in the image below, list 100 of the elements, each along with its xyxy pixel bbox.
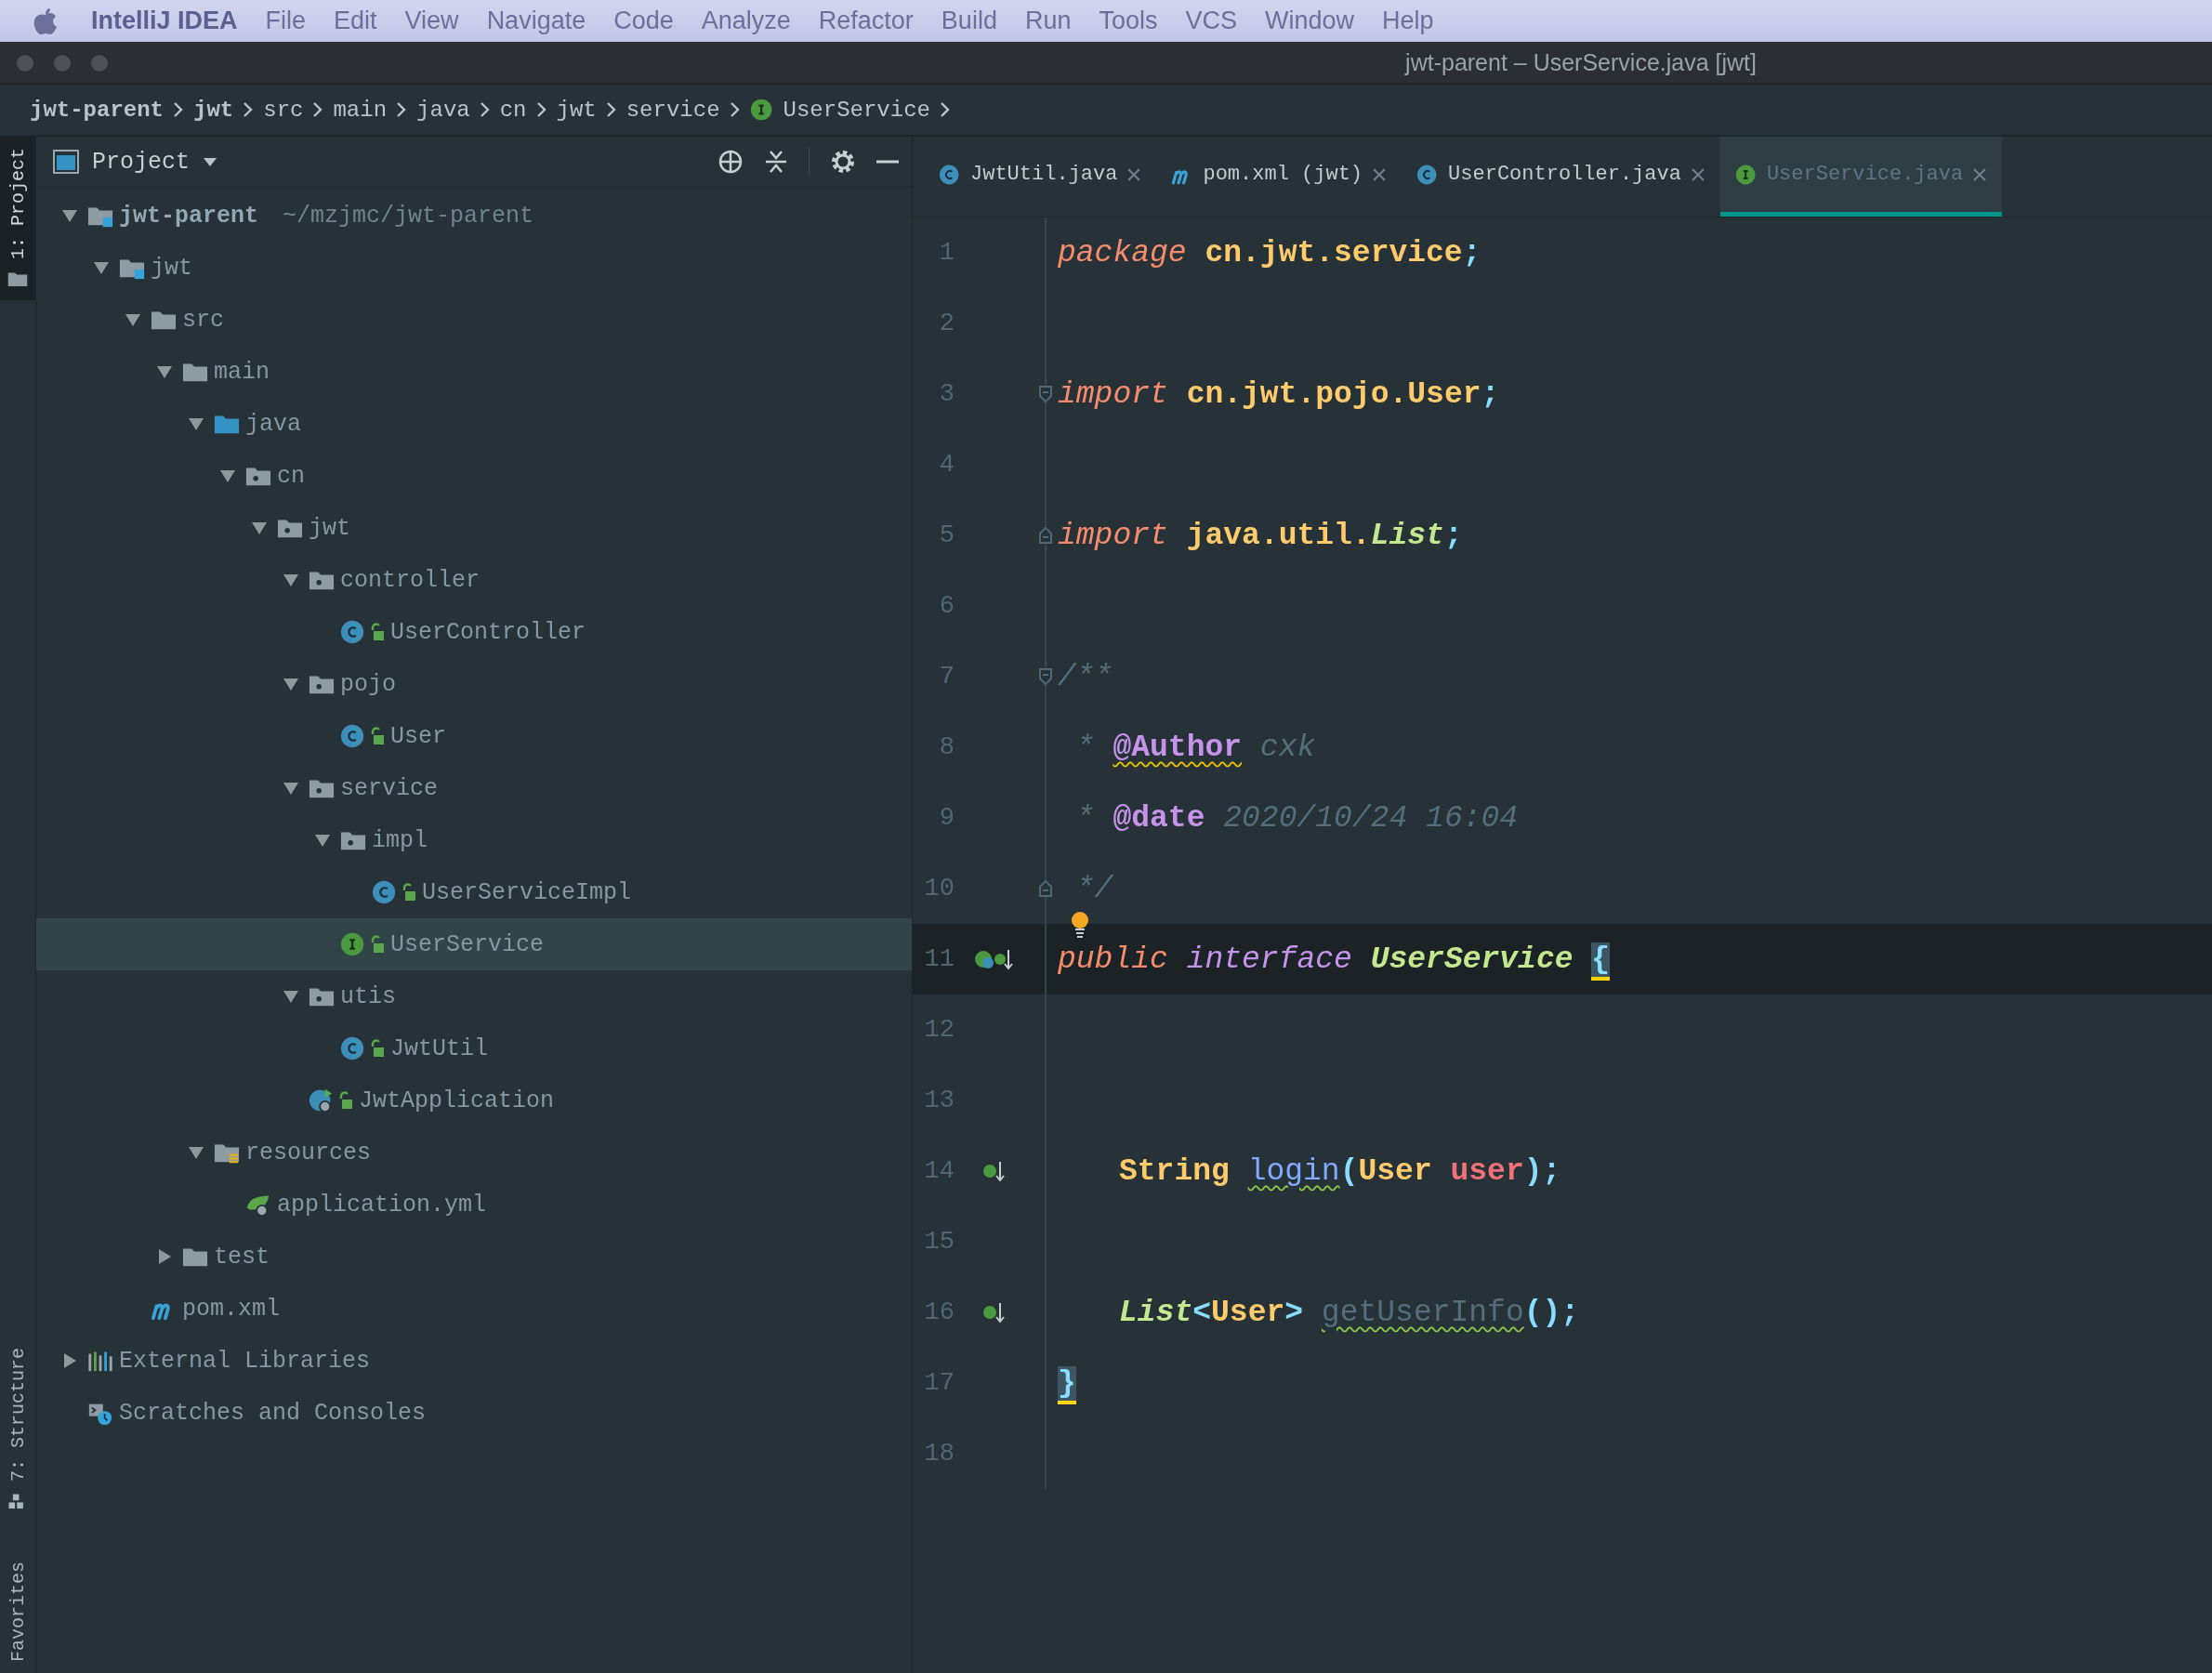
menu-item[interactable]: Refactor [805, 7, 927, 35]
panel-title[interactable]: Project [92, 148, 191, 176]
tree-item[interactable]: UserServiceImpl [36, 866, 912, 918]
menu-item[interactable]: Navigate [473, 7, 599, 35]
breadcrumb-item[interactable]: jwt-parent [30, 97, 165, 123]
tree-item[interactable]: UserService [36, 918, 912, 970]
tree-item[interactable]: application.yml [36, 1179, 912, 1231]
expanded-arrow-icon[interactable] [156, 363, 173, 380]
menu-item[interactable]: Tools [1086, 7, 1171, 35]
minimize-icon[interactable] [876, 159, 899, 165]
fold-marker-icon[interactable] [1038, 667, 1053, 686]
menu-item[interactable]: Window [1252, 7, 1368, 35]
tool-window-tab[interactable]: 1: Project [0, 137, 35, 301]
menu-item[interactable]: File [252, 7, 320, 35]
menu-item[interactable]: Analyze [688, 7, 804, 35]
settings-icon[interactable] [830, 149, 856, 175]
editor-tab[interactable]: UserController.java [1402, 137, 1720, 217]
tree-item[interactable]: java [36, 398, 912, 450]
breadcrumb-item[interactable]: src [263, 97, 304, 123]
expanded-arrow-icon[interactable] [283, 676, 299, 692]
expanded-arrow-icon[interactable] [93, 259, 110, 276]
item-label: pojo [340, 670, 396, 698]
expanded-arrow-icon[interactable] [283, 780, 299, 797]
expanded-arrow-icon[interactable] [251, 520, 268, 536]
app-menu[interactable]: IntelliJ IDEA [78, 7, 251, 35]
tree-item[interactable]: test [36, 1231, 912, 1283]
breadcrumb-item[interactable]: main [333, 97, 388, 123]
tree-item[interactable]: pom.xml [36, 1283, 912, 1335]
breadcrumb-item[interactable]: java [416, 97, 470, 123]
tree-item[interactable]: utis [36, 970, 912, 1022]
tool-window-tab[interactable]: 7: Structure [0, 1336, 35, 1522]
implementing-gutter-icon[interactable] [981, 1300, 1007, 1324]
tool-window-tab[interactable]: Favorites [0, 1549, 35, 1673]
collapse-all-icon[interactable] [764, 149, 788, 175]
tree-item[interactable]: jwt-parent ~/mzjmc/jwt-parent [36, 190, 912, 242]
breadcrumb-item[interactable]: jwt [556, 97, 597, 123]
menu-item[interactable]: Build [928, 7, 1010, 35]
editor-tab[interactable]: UserService.java [1719, 137, 2003, 217]
menu-item[interactable]: Edit [321, 7, 390, 35]
expanded-arrow-icon[interactable] [188, 415, 204, 432]
expanded-arrow-icon[interactable] [125, 311, 141, 328]
tree-item[interactable]: jwt [36, 242, 912, 294]
apple-icon[interactable] [33, 7, 58, 35]
expanded-arrow-icon[interactable] [61, 207, 78, 224]
lock-icon [370, 727, 385, 745]
breadcrumb-item[interactable]: cn [499, 97, 527, 123]
editor-tab[interactable]: JwtUtil.java [924, 137, 1157, 217]
tree-item[interactable]: controller [36, 554, 912, 606]
menu-item[interactable]: Code [600, 7, 687, 35]
code-line: */ [1074, 871, 1113, 906]
close-icon[interactable] [1372, 166, 1388, 182]
fold-marker-icon[interactable] [1038, 385, 1053, 403]
tree-item[interactable]: JwtUtil [36, 1022, 912, 1074]
line-number: 6 [938, 592, 955, 620]
class-icon [340, 723, 366, 749]
fold-marker-icon[interactable] [1038, 526, 1053, 545]
tree-item[interactable]: cn [36, 450, 912, 502]
fold-marker-icon[interactable] [1038, 879, 1053, 898]
tree-item[interactable]: UserController [36, 606, 912, 658]
tree-item[interactable]: JwtApplication [36, 1074, 912, 1126]
item-label: application.yml [277, 1191, 487, 1219]
collapsed-arrow-icon[interactable] [61, 1352, 78, 1369]
expanded-arrow-icon[interactable] [188, 1144, 204, 1161]
tree-item[interactable]: main [36, 346, 912, 398]
tree-item[interactable]: User [36, 710, 912, 762]
tree-item[interactable]: src [36, 294, 912, 346]
collapsed-arrow-icon[interactable] [156, 1248, 173, 1265]
tree-item[interactable]: resources [36, 1126, 912, 1179]
menu-item[interactable]: Run [1011, 7, 1085, 35]
menu-item[interactable]: View [391, 7, 472, 35]
expanded-arrow-icon[interactable] [219, 468, 236, 484]
expanded-arrow-icon[interactable] [283, 572, 299, 588]
expanded-arrow-icon[interactable] [283, 988, 299, 1005]
implemented-gutter-icon[interactable] [973, 947, 1015, 971]
breadcrumb-item[interactable]: service [625, 97, 720, 123]
menu-item[interactable]: Help [1369, 7, 1447, 35]
implementing-gutter-icon[interactable] [981, 1159, 1007, 1183]
line-number: 10 [923, 875, 955, 902]
code-line: List<User> getUserInfo(); [1119, 1295, 1580, 1330]
close-icon[interactable] [1690, 166, 1705, 182]
close-icon[interactable] [1126, 166, 1142, 182]
tree-item[interactable]: Scratches and Consoles [36, 1387, 912, 1439]
chevron-icon [479, 101, 491, 118]
dropdown-caret-icon[interactable] [203, 156, 218, 167]
tree-item[interactable]: pojo [36, 658, 912, 710]
tree-item[interactable]: jwt [36, 502, 912, 554]
expanded-arrow-icon[interactable] [314, 832, 331, 849]
tree-item[interactable]: impl [36, 814, 912, 866]
breadcrumb-item[interactable]: UserService [783, 97, 930, 123]
chevron-icon [243, 101, 255, 118]
lightbulb-icon[interactable] [1071, 911, 1089, 939]
tree-item[interactable]: External Libraries [36, 1335, 912, 1387]
item-label: utis [340, 982, 396, 1010]
editor-tab[interactable]: pom.xml (jwt) [1156, 137, 1402, 217]
menu-item[interactable]: VCS [1172, 7, 1250, 35]
close-icon[interactable] [1972, 166, 1988, 182]
breadcrumb-item[interactable]: jwt [193, 97, 234, 123]
tree-item[interactable]: service [36, 762, 912, 814]
locate-icon[interactable] [718, 149, 744, 175]
lock-icon [370, 623, 385, 641]
